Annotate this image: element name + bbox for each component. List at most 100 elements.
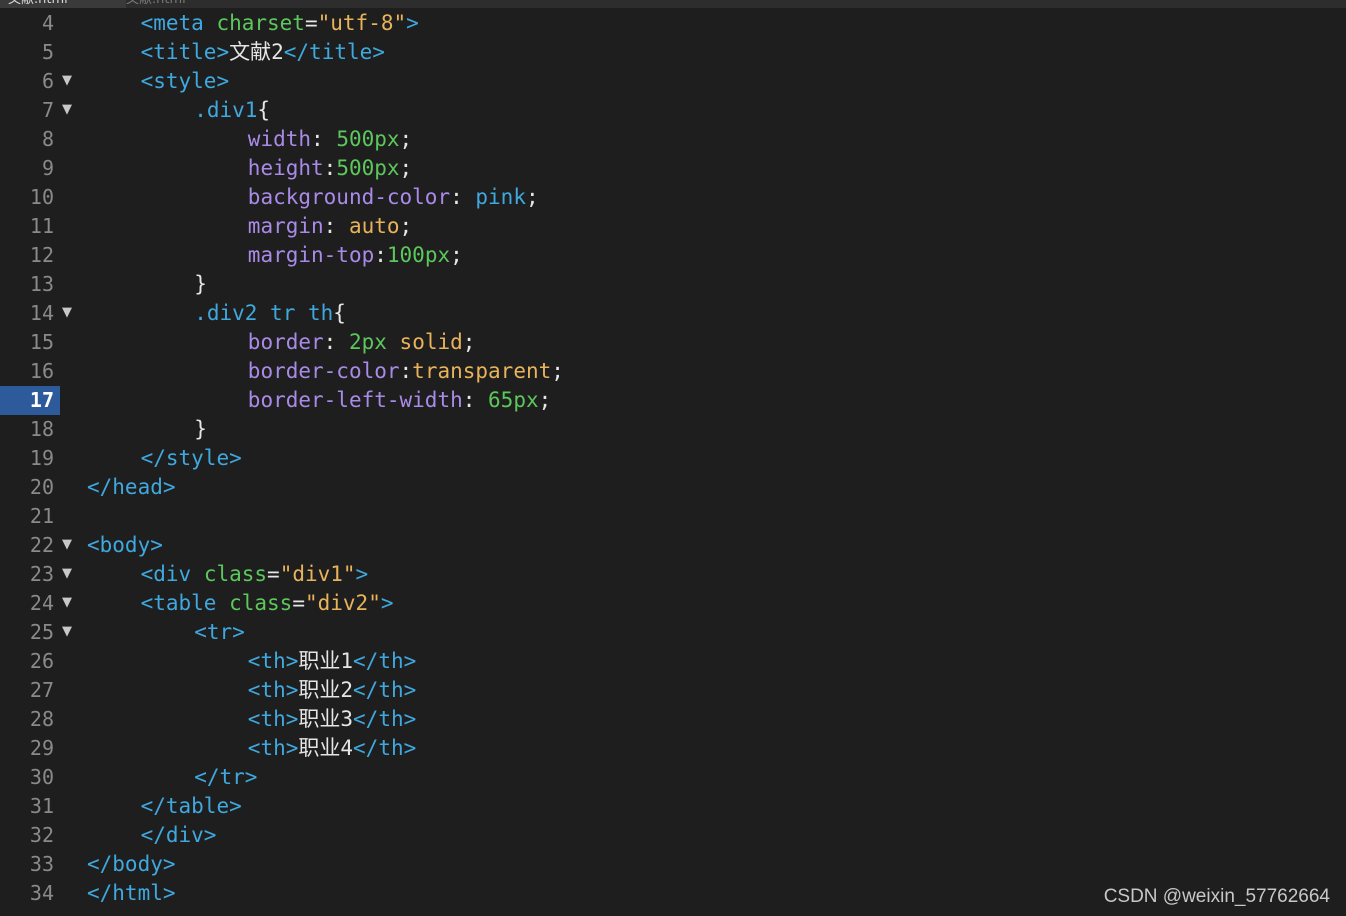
tab-inactive[interactable]: 文献.html (118, 0, 194, 8)
code-line[interactable]: 16 border-color:transparent; (0, 357, 1346, 386)
line-number: 23 (29, 562, 54, 586)
code-line[interactable]: 27 <th>职业2</th> (0, 676, 1346, 705)
fold-triangle-icon[interactable]: ▼ (62, 560, 74, 589)
code-token: { (257, 98, 271, 122)
line-number: 14 (29, 301, 54, 325)
code-token: margin (247, 214, 324, 238)
line-number: 8 (41, 127, 54, 151)
code-text: width: 500px; (248, 125, 412, 154)
code-line[interactable]: 31 </table> (0, 792, 1346, 821)
code-token: <table (140, 591, 230, 615)
line-number: 32 (29, 823, 54, 847)
line-number: 18 (29, 417, 54, 441)
code-text: <th>职业4</th> (248, 734, 416, 763)
code-token: : (323, 330, 349, 354)
code-line[interactable]: 5 <title>文献2</title> (0, 38, 1346, 67)
fold-triangle-icon[interactable]: ▼ (62, 589, 74, 618)
code-line[interactable]: 20 </head> (0, 473, 1346, 502)
code-line[interactable]: 26 <th>职业1</th> (0, 647, 1346, 676)
code-token: } (194, 417, 207, 441)
code-token: ; (399, 214, 413, 238)
code-text: <th>职业2</th> (248, 676, 416, 705)
code-token: </th> (353, 678, 417, 702)
code-line[interactable]: 10 background-color: pink; (0, 183, 1346, 212)
code-text: <style> (141, 67, 230, 96)
code-line[interactable]: 19 </style> (0, 444, 1346, 473)
code-token: </body> (87, 852, 176, 876)
fold-triangle-icon[interactable]: ▼ (62, 299, 74, 328)
code-line[interactable]: 13} (0, 270, 1346, 299)
code-token: <div (140, 562, 204, 586)
code-text: } (194, 415, 207, 444)
code-line[interactable]: 11 margin: auto; (0, 212, 1346, 241)
code-token: 职业2 (298, 678, 354, 702)
code-line[interactable]: 6 ▼ <style> (0, 67, 1346, 96)
code-line[interactable]: 18} (0, 415, 1346, 444)
code-line[interactable]: 7 ▼ .div1{ (0, 96, 1346, 125)
code-token: "utf-8" (317, 11, 407, 35)
code-token: 500px (336, 156, 400, 180)
code-line[interactable]: 33 </body> (0, 850, 1346, 879)
code-line[interactable]: 12 margin-top:100px; (0, 241, 1346, 270)
line-number: 10 (29, 185, 54, 209)
code-token: = (267, 562, 280, 586)
code-line[interactable]: 8 width: 500px; (0, 125, 1346, 154)
line-number: 21 (29, 504, 54, 528)
code-token: </th> (353, 707, 417, 731)
code-token: : (450, 185, 476, 209)
fold-triangle-icon[interactable]: ▼ (62, 67, 74, 96)
code-line[interactable]: 21 (0, 502, 1346, 531)
code-token: 65px (488, 388, 539, 412)
code-line[interactable]: 30 </tr> (0, 763, 1346, 792)
line-number: 22 (29, 533, 54, 557)
fold-triangle-icon[interactable]: ▼ (62, 618, 74, 647)
line-number: 5 (41, 40, 54, 64)
fold-triangle-icon[interactable]: ▼ (62, 96, 74, 125)
code-line[interactable]: 15 border: 2px solid; (0, 328, 1346, 357)
code-token: ; (399, 127, 413, 151)
code-token: <th> (247, 649, 299, 673)
line-number: 28 (29, 707, 54, 731)
tab-active[interactable]: 文献.html (0, 0, 126, 8)
code-token: ; (399, 156, 413, 180)
code-token: "div1" (279, 562, 356, 586)
line-number: 16 (29, 359, 54, 383)
line-number: 15 (29, 330, 54, 354)
code-token: ; (450, 243, 463, 267)
code-token: background-color (247, 185, 451, 209)
line-number: 26 (29, 649, 54, 673)
code-line[interactable]: 23 ▼ <div class="div1"> (0, 560, 1346, 589)
code-line[interactable]: 28 <th>职业3</th> (0, 705, 1346, 734)
code-text: </div> (141, 821, 217, 850)
code-token: border-color (247, 359, 400, 383)
code-text: .div1{ (194, 96, 270, 125)
code-text: <div class="div1"> (141, 560, 369, 589)
code-line[interactable]: 32 </div> (0, 821, 1346, 850)
code-token: "div2" (304, 591, 381, 615)
code-line[interactable]: 14 ▼ .div2 tr th{ (0, 299, 1346, 328)
code-line[interactable]: 24 ▼ <table class="div2"> (0, 589, 1346, 618)
code-token: ; (538, 388, 552, 412)
code-token: : (399, 359, 413, 383)
code-text: <th>职业3</th> (248, 705, 416, 734)
code-text: } (194, 270, 207, 299)
code-line[interactable]: 25 ▼ <tr> (0, 618, 1346, 647)
code-token: class (229, 591, 293, 615)
line-number: 30 (29, 765, 54, 789)
code-line[interactable]: 17 border-left-width: 65px; (0, 386, 1346, 415)
code-line[interactable]: 22 ▼ <body> (0, 531, 1346, 560)
code-token: </head> (87, 475, 176, 499)
code-text: background-color: pink; (248, 183, 539, 212)
code-token: <tr> (194, 620, 245, 644)
fold-triangle-icon[interactable]: ▼ (62, 531, 74, 560)
code-line[interactable]: 4 <meta charset="utf-8"> (0, 9, 1346, 38)
code-editor[interactable]: 4 <meta charset="utf-8"> 5 <title>文献2</titl… (0, 9, 1346, 916)
code-text: </table> (141, 792, 242, 821)
code-token: : (374, 243, 387, 267)
code-line[interactable]: 9 height:500px; (0, 154, 1346, 183)
code-token: = (292, 591, 305, 615)
code-token: <body> (87, 533, 163, 557)
line-number: 6 (41, 69, 54, 93)
line-number: 29 (29, 736, 54, 760)
code-line[interactable]: 29 <th>职业4</th> (0, 734, 1346, 763)
